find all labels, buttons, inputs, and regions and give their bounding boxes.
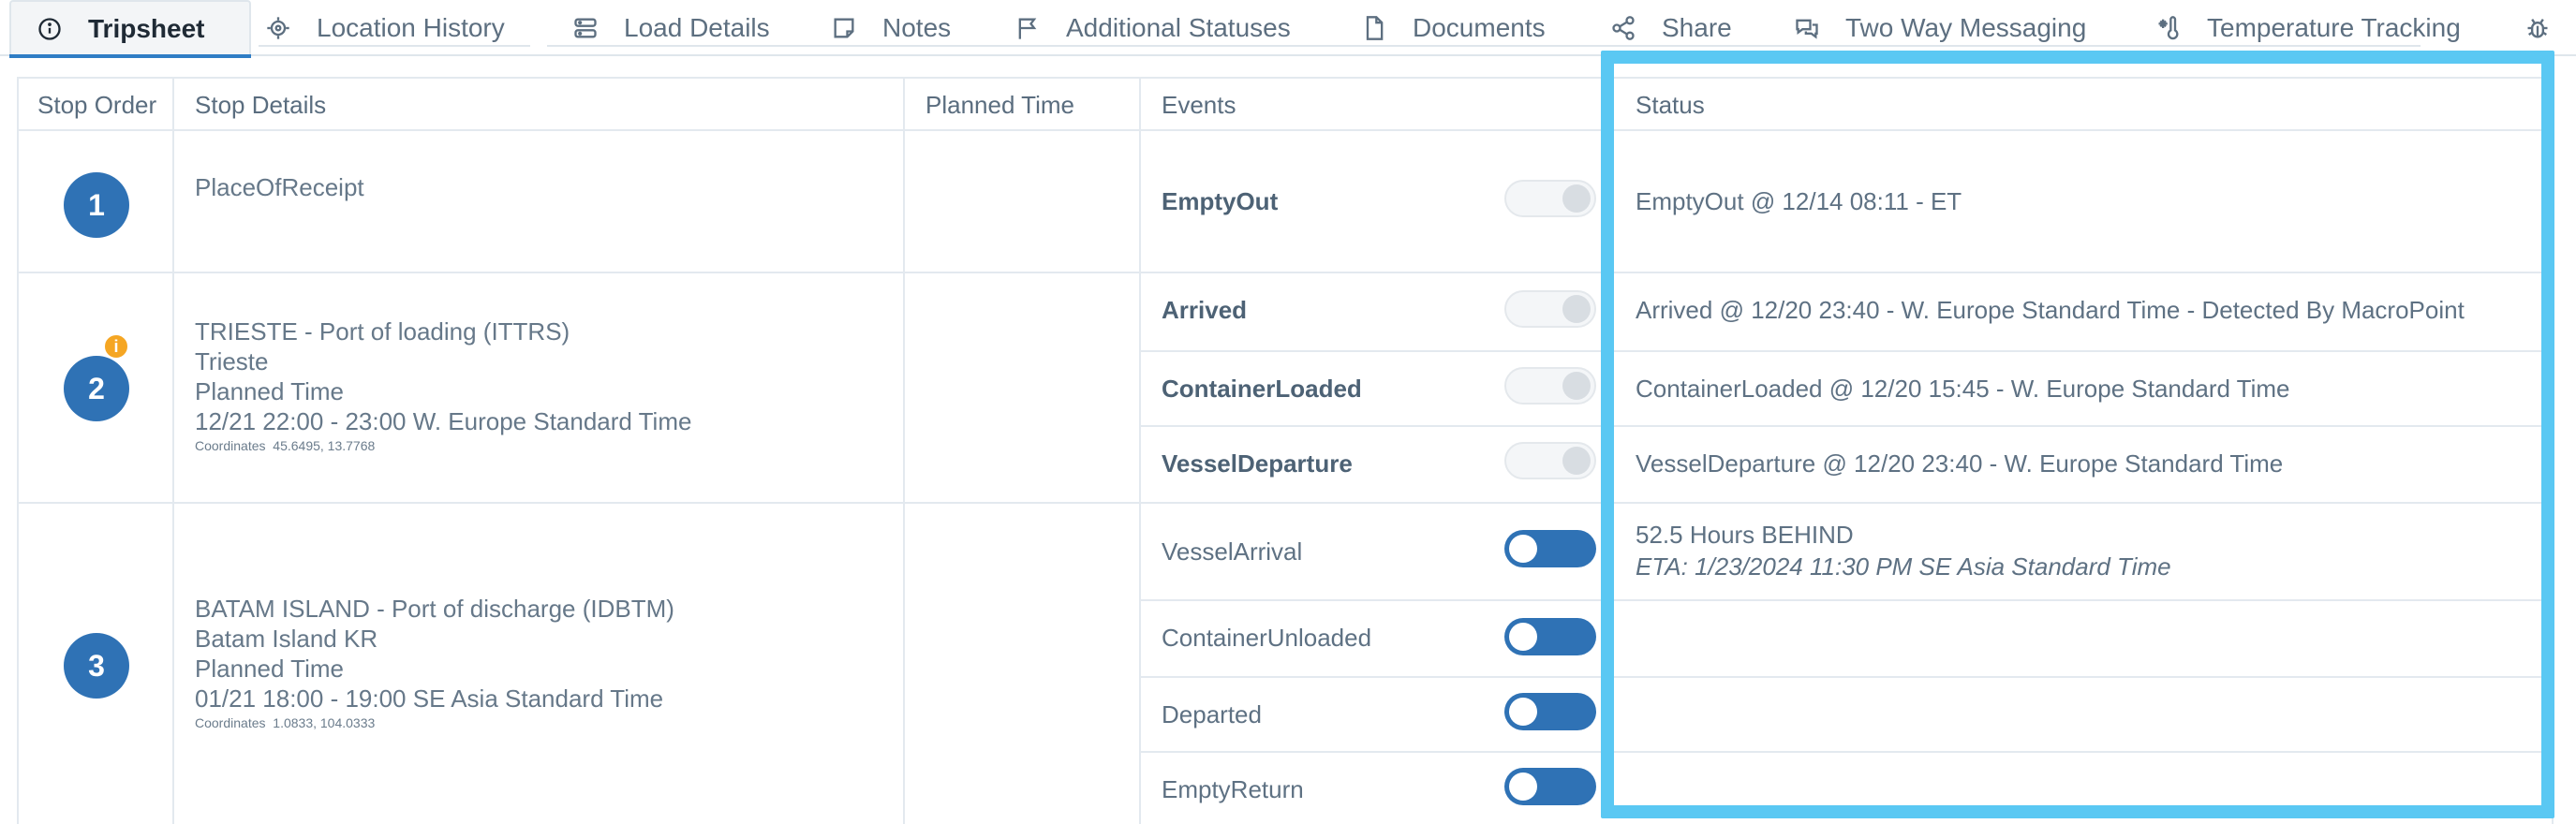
event-toggle-vesselarrival[interactable]	[1504, 530, 1596, 567]
stop-order-badge: 2	[64, 356, 129, 421]
stop-name: TRIESTE - Port of loading (ITTRS)	[195, 317, 570, 346]
coordinates: Coordinates 45.6495, 13.7768	[195, 438, 376, 453]
event-toggle-emptyout[interactable]	[1504, 180, 1596, 217]
event-label-vesseldeparture: VesselDeparture	[1162, 449, 1353, 478]
header-stop-order[interactable]: Stop Order	[37, 79, 156, 131]
header-events[interactable]: Events	[1162, 79, 1236, 131]
share-icon	[1609, 14, 1637, 42]
tab-tripsheet[interactable]: Tripsheet	[9, 0, 251, 58]
event-label-containerloaded: ContainerLoaded	[1162, 375, 1362, 403]
event-status-vesselarrival: 52.5 Hours BEHIND	[1636, 521, 1854, 549]
event-label-containerunloaded: ContainerUnloaded	[1162, 624, 1372, 652]
tab-label: Temperature Tracking	[2207, 13, 2461, 42]
event-status-vesseldeparture: VesselDeparture @ 12/20 23:40 - W. Europ…	[1636, 449, 2284, 478]
tab-location-history[interactable]: Location History	[264, 0, 505, 56]
event-toggle-arrived[interactable]	[1504, 290, 1596, 328]
tab-label: Share	[1662, 13, 1732, 42]
thermometer-snowflake-icon	[2154, 14, 2183, 42]
event-toggle-containerloaded[interactable]	[1504, 367, 1596, 405]
event-eta-vesselarrival: ETA: 1/23/2024 11:30 PM SE Asia Standard…	[1636, 552, 2171, 581]
header-planned-time[interactable]: Planned Time	[925, 79, 1074, 131]
stop-details: BATAM ISLAND - Port of discharge (IDBTM)…	[195, 594, 674, 732]
tab-label: Notes	[882, 13, 952, 42]
event-label-emptyreturn: EmptyReturn	[1162, 775, 1304, 803]
event-toggle-departed[interactable]	[1504, 693, 1596, 730]
stop-name: BATAM ISLAND - Port of discharge (IDBTM)	[195, 595, 674, 623]
tab-label: Tripsheet	[88, 14, 205, 43]
event-label-arrived: Arrived	[1162, 296, 1248, 324]
event-label-vesselarrival: VesselArrival	[1162, 537, 1303, 566]
tab-additional-statuses[interactable]: Additional Statuses	[1014, 0, 1291, 56]
coordinates: Coordinates 1.0833, 104.0333	[195, 715, 376, 730]
crosshair-icon	[264, 14, 292, 42]
tab-label: Documents	[1413, 13, 1546, 42]
tab-load-details[interactable]: Load Details	[571, 0, 770, 56]
tab-label: Two Way Messaging	[1845, 13, 2087, 42]
stop-city: Trieste	[195, 347, 269, 375]
chat-icon	[1793, 14, 1821, 42]
tab-two-way-messaging[interactable]: Two Way Messaging	[1793, 0, 2086, 56]
tab-temperature-tracking[interactable]: Temperature Tracking	[2154, 0, 2461, 56]
note-icon	[830, 14, 858, 42]
header-status[interactable]: Status	[1636, 79, 1705, 131]
stop-city: Batam Island KR	[195, 625, 378, 653]
planned-time-window: 12/21 22:00 - 23:00 W. Europe Standard T…	[195, 407, 692, 435]
header-stop-details[interactable]: Stop Details	[195, 79, 326, 131]
planned-time-label: Planned Time	[195, 377, 344, 405]
server-icon	[571, 14, 600, 42]
stop-details: PlaceOfReceipt	[195, 172, 364, 202]
bug-icon	[2524, 14, 2552, 42]
tab-label: Load Details	[624, 13, 770, 42]
tab-documents[interactable]: Documents	[1360, 0, 1546, 56]
tripsheet-table: Stop Order Stop Details Planned Time Eve…	[17, 77, 2554, 824]
tab-bar: Tripsheet Location History Load Details …	[0, 0, 2576, 58]
tab-label: Additional Statuses	[1066, 13, 1291, 42]
tab-debug[interactable]	[2524, 0, 2576, 56]
info-badge-icon[interactable]: i	[103, 333, 129, 360]
event-toggle-emptyreturn[interactable]	[1504, 768, 1596, 805]
event-label-departed: Departed	[1162, 700, 1262, 728]
event-status-arrived: Arrived @ 12/20 23:40 - W. Europe Standa…	[1636, 296, 2465, 324]
info-circle-icon	[36, 15, 64, 43]
document-icon	[1360, 14, 1388, 42]
flag-icon	[1014, 14, 1042, 42]
stop-details: TRIESTE - Port of loading (ITTRS) Triest…	[195, 316, 691, 455]
tab-share[interactable]: Share	[1609, 0, 1732, 56]
tab-notes[interactable]: Notes	[830, 0, 951, 56]
stop-order-badge: 1	[64, 172, 129, 238]
event-label-emptyout: EmptyOut	[1162, 187, 1279, 215]
planned-time-label: Planned Time	[195, 655, 344, 683]
stop-order-badge: 3	[64, 633, 129, 699]
tab-label: Location History	[317, 13, 505, 42]
event-toggle-containerunloaded[interactable]	[1504, 618, 1596, 655]
event-toggle-vesseldeparture[interactable]	[1504, 442, 1596, 479]
event-status-containerloaded: ContainerLoaded @ 12/20 15:45 - W. Europ…	[1636, 375, 2290, 403]
stop-name: PlaceOfReceipt	[195, 173, 364, 201]
event-status-emptyout: EmptyOut @ 12/14 08:11 - ET	[1636, 187, 1962, 215]
planned-time-window: 01/21 18:00 - 19:00 SE Asia Standard Tim…	[195, 684, 664, 713]
